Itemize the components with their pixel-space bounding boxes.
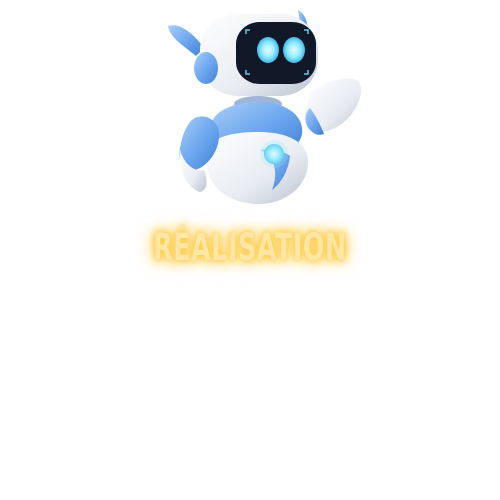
page-title: RÉALISATION [153,226,347,269]
robot-mascot-icon [168,10,362,204]
page: RÉALISATION [0,0,500,500]
